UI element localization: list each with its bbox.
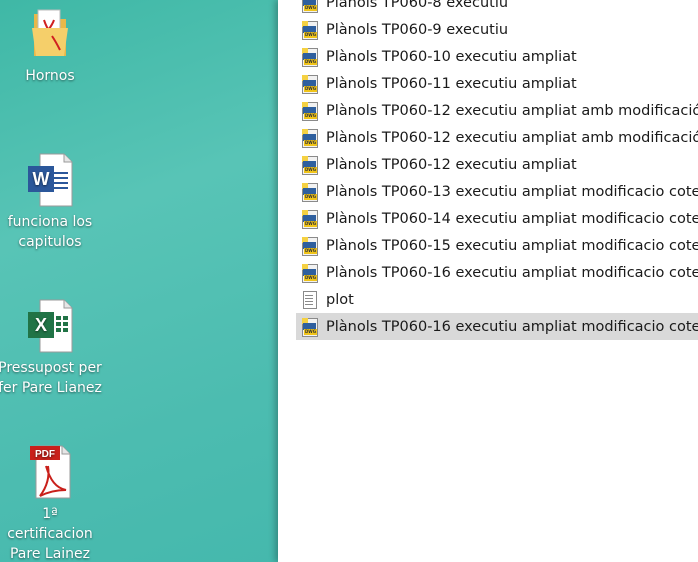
file-list-item[interactable]: DWG Plànols TP060-8 executiu (296, 0, 698, 16)
dwg-file-icon: DWG (302, 317, 318, 337)
file-name: Plànols TP060-14 executiu ampliat modifi… (326, 210, 698, 227)
file-list: DWG Plànols TP060-8 executiu DWG Plànols TP… (296, 0, 698, 340)
dwg-file-icon: DWG (302, 0, 318, 13)
file-list-item[interactable]: DWG Plànols TP060-16 executiu ampliat mod… (296, 313, 698, 340)
file-list-item[interactable]: DWG Plànols TP060-16 executiu ampliat mod… (296, 259, 698, 286)
file-name: Plànols TP060-13 executiu ampliat modifi… (326, 183, 698, 200)
desktop-icon-funciona-los-capitulos[interactable]: W funciona los capitulos (0, 152, 102, 252)
file-name: Plànols TP060-12 executiu ampliat amb mo… (326, 129, 698, 146)
svg-text:X: X (35, 315, 47, 335)
file-name: Plànols TP060-12 executiu ampliat (326, 156, 577, 173)
dwg-file-icon: DWG (302, 236, 318, 256)
pdf-file-icon: PDF (26, 444, 74, 500)
file-name: Plànols TP060-11 executiu ampliat (326, 75, 577, 92)
svg-text:PDF: PDF (35, 449, 55, 460)
folder-pdf-icon (26, 6, 74, 62)
file-name: Plànols TP060-15 executiu ampliat modifi… (326, 237, 698, 254)
word-doc-icon: W (26, 152, 74, 208)
file-name: Plànols TP060-10 executiu ampliat (326, 48, 577, 65)
dwg-file-icon: DWG (302, 155, 318, 175)
desktop-icon-pressupost[interactable]: X Pressupost per fer Pare Lianez (0, 298, 102, 398)
dwg-file-icon: DWG (302, 209, 318, 229)
desktop-icon-label-line2: fer Pare Lianez (0, 380, 102, 396)
desktop-icon-label: 1ª certificacion (7, 506, 93, 542)
svg-text:W: W (33, 169, 50, 189)
file-name: plot (326, 291, 354, 308)
desktop-icon-label-line2: capitulos (18, 234, 82, 250)
desktop-icon-label: Hornos (25, 68, 75, 84)
excel-sheet-icon: X (26, 298, 74, 354)
dwg-file-icon: DWG (302, 263, 318, 283)
file-list-item[interactable]: DWG Plànols TP060-12 executiu ampliat (296, 151, 698, 178)
file-list-item[interactable]: DWG Plànols TP060-13 executiu ampliat mod… (296, 178, 698, 205)
dwg-file-icon: DWG (302, 101, 318, 121)
file-name: Plànols TP060-8 executiu (326, 0, 509, 11)
dwg-file-icon: DWG (302, 47, 318, 67)
file-list-item[interactable]: DWG Plànols TP060-15 executiu ampliat mod… (296, 232, 698, 259)
file-list-item[interactable]: DWG Plànols TP060-10 executiu ampliat (296, 43, 698, 70)
dwg-file-icon: DWG (302, 182, 318, 202)
file-name: Plànols TP060-16 executiu ampliat modifi… (326, 264, 698, 281)
file-name: Plànols TP060-16 executiu ampliat modifi… (326, 318, 698, 335)
file-list-item[interactable]: DWG Plànols TP060-14 executiu ampliat mod… (296, 205, 698, 232)
desktop-icon-hornos[interactable]: Hornos (0, 6, 102, 86)
file-list-item[interactable]: DWG Plànols TP060-12 executiu ampliat amb… (296, 97, 698, 124)
desktop-icon-label-line2: Pare Lainez (9, 546, 90, 562)
text-file-icon (302, 290, 318, 309)
file-list-item[interactable]: DWG Plànols TP060-11 executiu ampliat (296, 70, 698, 97)
dwg-file-icon: DWG (302, 128, 318, 148)
dwg-file-icon: DWG (302, 74, 318, 94)
file-list-item[interactable]: DWG Plànols TP060-9 executiu (296, 16, 698, 43)
desktop-icon-certificacion[interactable]: PDF 1ª certificacion Pare Lainez (0, 444, 102, 562)
file-name: Plànols TP060-12 executiu ampliat amb mo… (326, 102, 698, 119)
file-list-item[interactable]: DWG Plànols TP060-12 executiu ampliat amb… (296, 124, 698, 151)
file-explorer-window: DWG Plànols TP060-8 executiu DWG Plànols TP… (278, 0, 698, 562)
desktop-icon-label: funciona los (7, 214, 93, 230)
dwg-file-icon: DWG (302, 20, 318, 40)
desktop-icon-label: Pressupost per (0, 360, 102, 376)
file-name: Plànols TP060-9 executiu (326, 21, 509, 38)
file-list-item[interactable]: plot (296, 286, 698, 313)
